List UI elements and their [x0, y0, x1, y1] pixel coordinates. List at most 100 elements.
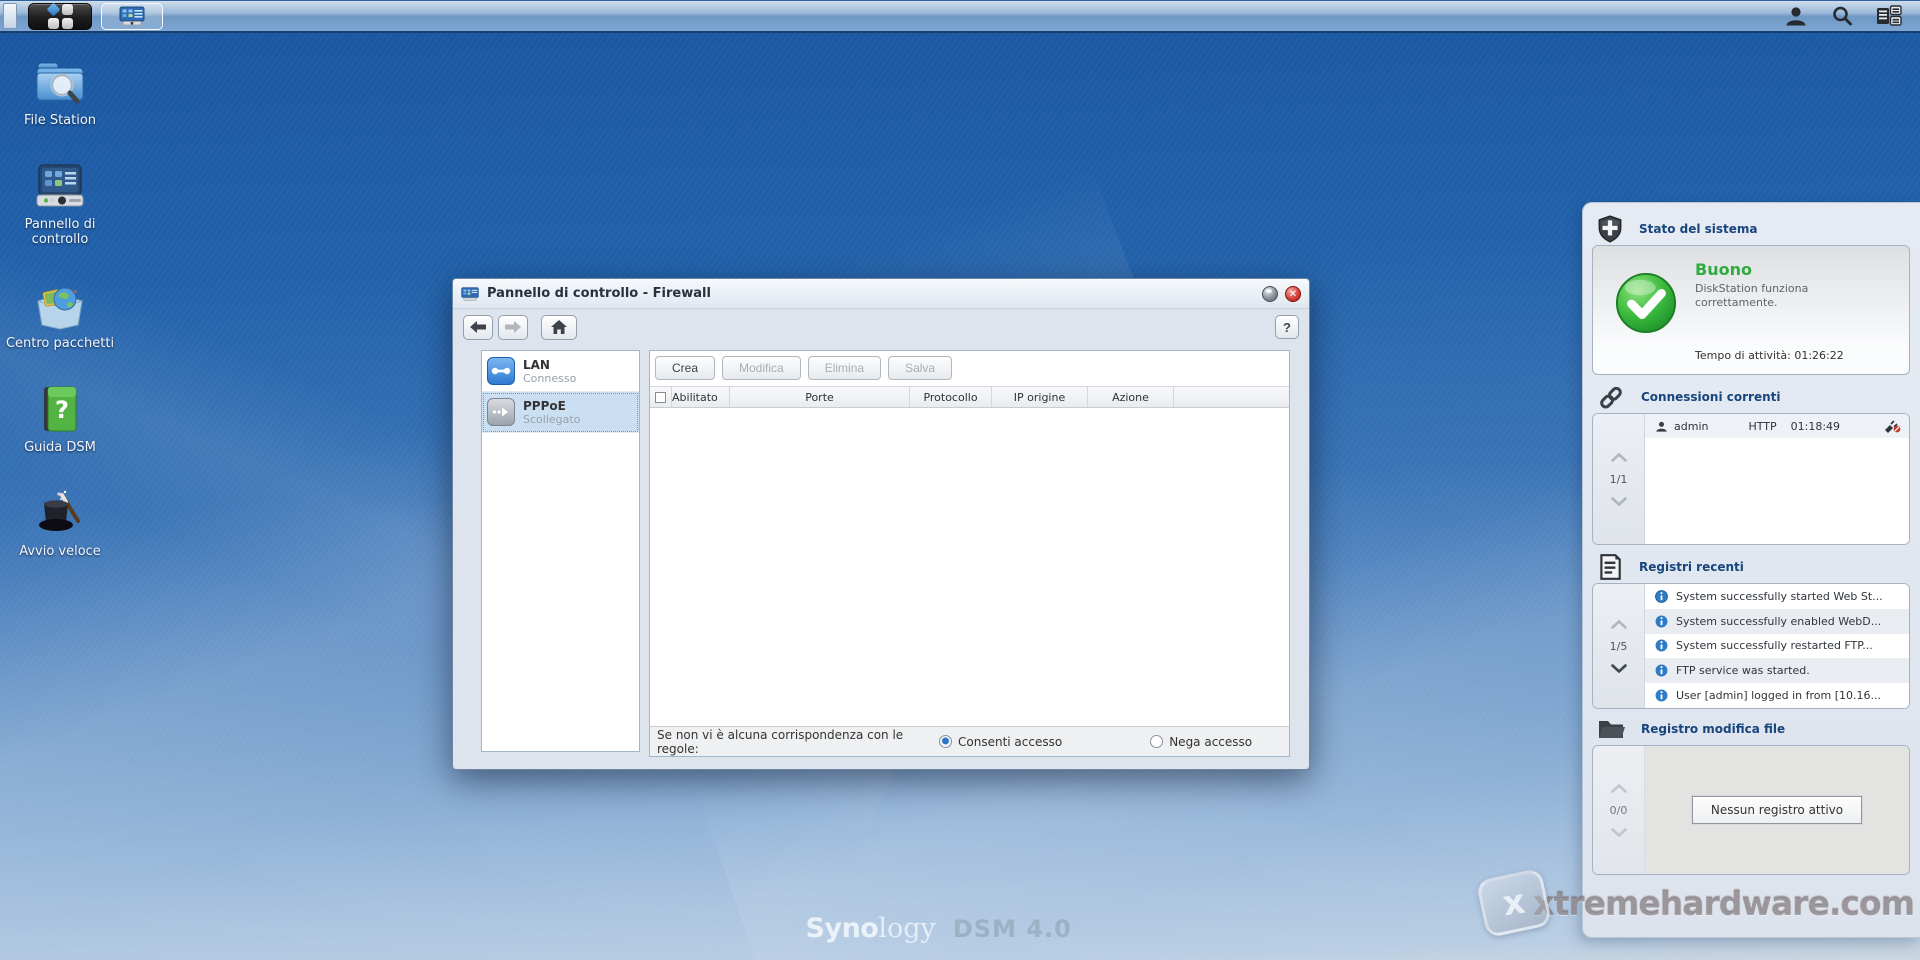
chevron-up-icon	[1610, 783, 1627, 793]
taskbar-item-control-panel[interactable]	[101, 2, 163, 30]
interface-status: Connesso	[523, 371, 577, 385]
desktop-icon-label: Pannello di controllo	[24, 217, 96, 247]
radio-unselected-icon	[1150, 735, 1164, 748]
desktop-icon-file-station[interactable]: File Station	[2, 56, 118, 128]
control-panel-window: Pannello di controllo - Firewall ✕ ? LAN…	[452, 278, 1310, 770]
app-grid-icon	[46, 2, 73, 29]
file-log-content: Nessun registro attivo	[1645, 746, 1909, 874]
page-down-button[interactable]	[1609, 826, 1629, 839]
desktop-icon-package-center[interactable]: Centro pacchetti	[2, 279, 118, 351]
xtremehardware-logo-icon: x	[1475, 867, 1553, 939]
main-menu-button[interactable]	[28, 2, 92, 30]
desktop: File Station Pannello di controllo Centr…	[0, 0, 1920, 960]
brand-version: DSM 4.0	[952, 915, 1072, 943]
disconnect-button[interactable]	[1883, 419, 1901, 433]
info-icon	[1655, 615, 1668, 628]
back-button[interactable]	[463, 314, 493, 340]
desktop-icon-dsm-help[interactable]: ? Guida DSM	[2, 383, 118, 455]
rules-table-header: Abilitato Porte Protocollo IP origine Az…	[650, 386, 1289, 408]
page-up-button[interactable]	[1609, 451, 1629, 464]
disconnect-icon	[1885, 419, 1901, 433]
log-row: System successfully started Web St...	[1645, 584, 1909, 609]
logs-list: System successfully started Web St... Sy…	[1645, 584, 1909, 708]
shield-icon	[1598, 215, 1622, 243]
save-button[interactable]: Salva	[888, 356, 953, 380]
column-header-porte[interactable]: Porte	[730, 387, 910, 407]
chevron-down-icon	[1610, 827, 1627, 837]
user-menu-button[interactable]	[1784, 4, 1808, 28]
help-button[interactable]: ?	[1275, 315, 1299, 339]
interface-item-lan[interactable]: LAN Connesso	[482, 351, 639, 392]
page-up-button[interactable]	[1609, 782, 1629, 795]
chevron-down-icon	[1610, 663, 1627, 673]
arrow-right-icon	[505, 321, 521, 333]
column-header-protocollo[interactable]: Protocollo	[910, 387, 992, 407]
forward-button[interactable]	[498, 314, 528, 340]
rules-toolbar: Crea Modifica Elimina Salva	[650, 351, 1289, 386]
window-body: LAN Connesso PPPoE Scollegato Crea Modif…	[453, 345, 1309, 769]
search-button[interactable]	[1830, 4, 1854, 28]
quick-start-icon	[39, 490, 80, 531]
brand-serif: logy	[878, 913, 936, 944]
folder-icon	[1599, 721, 1625, 738]
file-change-log-header: Registro modifica file	[1592, 713, 1910, 745]
deny-access-option[interactable]: Nega accesso	[1150, 735, 1252, 749]
column-header-ip-origine[interactable]: IP origine	[992, 387, 1088, 407]
interface-name: PPPoE	[523, 398, 566, 413]
desktop-icon-label: Guida DSM	[24, 440, 96, 455]
connection-protocol: HTTP	[1748, 419, 1777, 433]
file-station-icon	[36, 62, 84, 104]
info-icon	[1655, 640, 1668, 652]
page-down-button[interactable]	[1609, 495, 1629, 508]
logs-pager: 1/5	[1593, 584, 1645, 708]
widget-title: Registro modifica file	[1641, 722, 1786, 736]
create-button[interactable]: Crea	[655, 356, 716, 380]
brand-bold: Syno	[805, 913, 879, 944]
taskbar-right-icons	[1784, 4, 1920, 28]
system-uptime: Tempo di attività: 01:26:22	[1695, 349, 1844, 362]
connections-list: admin HTTP 01:18:49	[1645, 414, 1909, 544]
allow-access-option[interactable]: Consenti accesso	[939, 735, 1062, 749]
control-panel-icon	[119, 6, 145, 26]
widget-sidebar: Stato del sistema Buono DiskStation funz…	[1582, 202, 1920, 938]
pilot-view-icon	[1877, 5, 1902, 26]
page-up-button[interactable]	[1609, 618, 1629, 631]
file-change-log-panel: 0/0 Nessun registro attivo	[1592, 745, 1910, 875]
chevron-up-icon	[1610, 452, 1627, 462]
search-icon	[1833, 6, 1852, 26]
chevron-up-icon	[1610, 619, 1627, 629]
window-titlebar[interactable]: Pannello di controllo - Firewall ✕	[453, 279, 1309, 309]
connection-time: 01:18:49	[1790, 419, 1841, 433]
no-log-message: Nessun registro attivo	[1691, 796, 1863, 824]
recent-logs-header: Registri recenti	[1592, 551, 1910, 583]
desktop-icon-quick-start[interactable]: Avvio veloce	[2, 487, 118, 559]
delete-button[interactable]: Elimina	[807, 356, 882, 380]
system-status-panel: Buono DiskStation funziona correttamente…	[1592, 245, 1910, 375]
column-header-azione[interactable]: Azione	[1088, 387, 1174, 407]
user-icon	[1786, 7, 1806, 26]
arrow-left-icon	[470, 321, 486, 333]
show-desktop-button[interactable]	[3, 3, 17, 29]
interface-list: LAN Connesso PPPoE Scollegato	[481, 350, 640, 752]
control-panel-icon	[36, 164, 84, 207]
taskbar	[0, 0, 1920, 33]
minimize-button[interactable]	[1262, 285, 1278, 302]
home-button[interactable]	[541, 314, 577, 340]
chevron-down-icon	[1610, 496, 1627, 506]
connection-row: admin HTTP 01:18:49	[1645, 414, 1909, 438]
user-icon	[1656, 421, 1667, 432]
edit-button[interactable]: Modifica	[722, 356, 801, 380]
info-icon	[1655, 589, 1668, 603]
interface-item-pppoe[interactable]: PPPoE Scollegato	[482, 392, 639, 433]
firewall-rules-panel: Crea Modifica Elimina Salva Abilitato Po…	[649, 350, 1290, 757]
close-button[interactable]: ✕	[1285, 285, 1301, 302]
pilot-view-button[interactable]	[1876, 5, 1902, 27]
pppoe-icon	[487, 398, 515, 426]
column-header-abilitato[interactable]: Abilitato	[672, 387, 730, 407]
system-status-value: Buono	[1695, 260, 1752, 279]
select-all-checkbox[interactable]	[655, 391, 666, 403]
package-center-icon	[37, 287, 83, 330]
rules-footer: Se non vi è alcuna corrispondenza con le…	[650, 726, 1289, 756]
desktop-icon-control-panel[interactable]: Pannello di controllo	[2, 160, 118, 247]
page-down-button[interactable]	[1609, 662, 1629, 675]
